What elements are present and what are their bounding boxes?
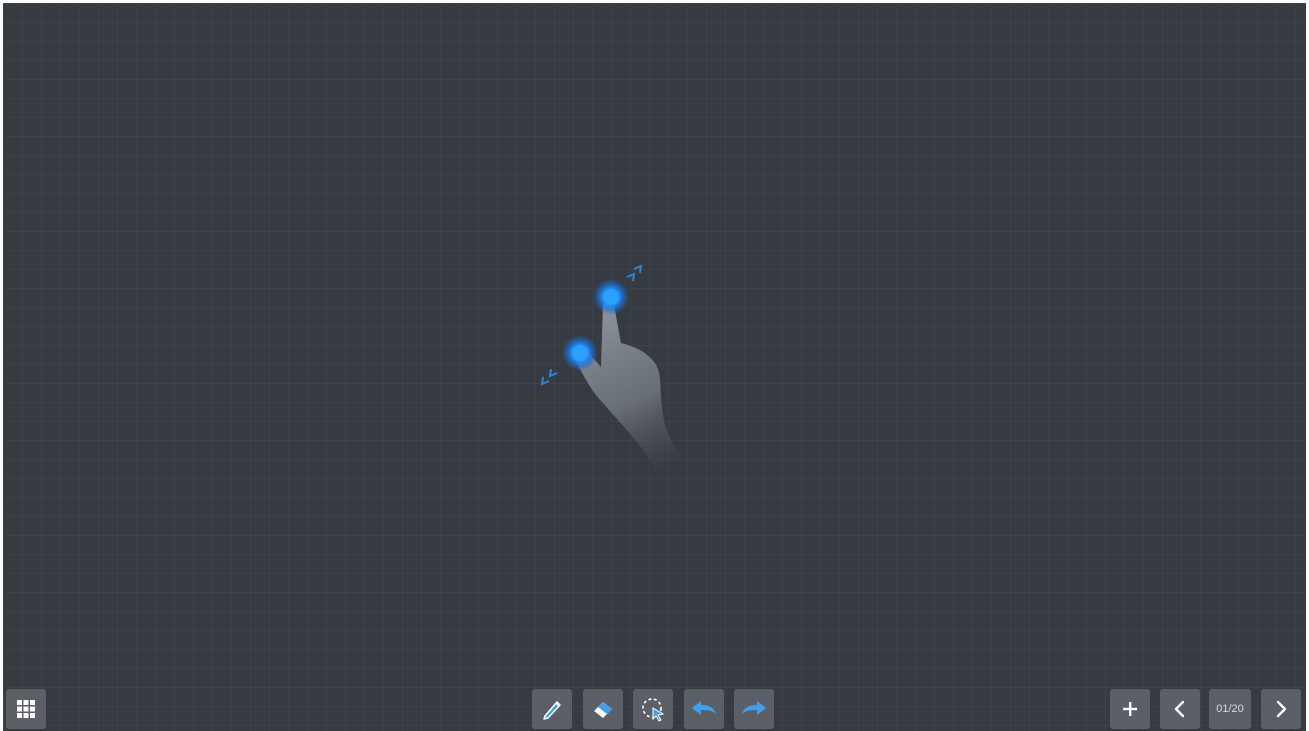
apps-button[interactable] — [6, 689, 46, 729]
previous-page-button[interactable] — [1160, 689, 1200, 729]
plus-icon — [1123, 702, 1137, 716]
eraser-button[interactable] — [583, 689, 623, 729]
page-indicator[interactable]: 01/20 — [1209, 689, 1251, 729]
pen-icon — [543, 701, 561, 720]
two-finger-zoom-gesture-icon — [540, 264, 693, 500]
pen-button[interactable] — [532, 689, 572, 729]
eraser-icon — [594, 702, 612, 718]
lasso-select-button[interactable] — [633, 689, 673, 729]
redo-button[interactable] — [734, 689, 774, 729]
undo-arrow-icon — [692, 701, 716, 715]
whiteboard-canvas[interactable] — [3, 3, 1306, 731]
next-page-button[interactable] — [1261, 689, 1301, 729]
undo-button[interactable] — [684, 689, 724, 729]
chevron-right-icon — [1276, 700, 1287, 718]
redo-arrow-icon — [742, 701, 766, 715]
lasso-select-icon — [642, 698, 665, 722]
add-page-button[interactable] — [1110, 689, 1150, 729]
grid-apps-icon — [17, 700, 35, 718]
chevron-left-icon — [1174, 700, 1185, 718]
